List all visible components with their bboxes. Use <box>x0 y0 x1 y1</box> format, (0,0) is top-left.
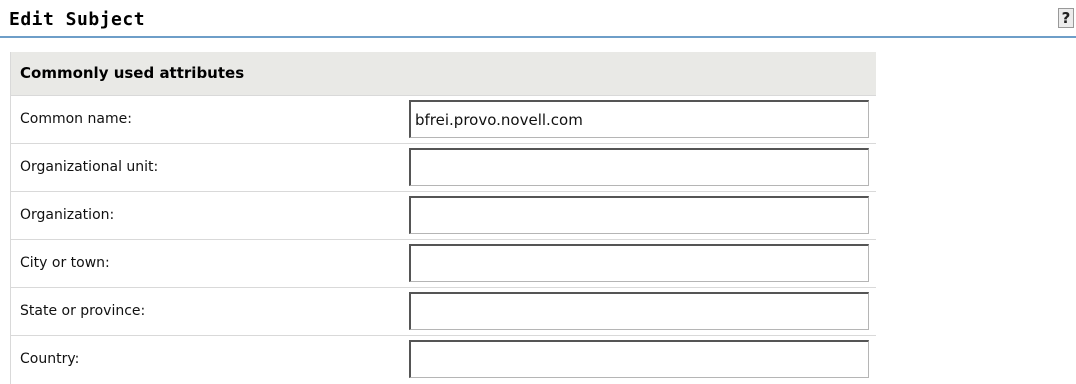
panel-title: Commonly used attributes <box>20 64 245 82</box>
help-icon[interactable]: ? <box>1058 8 1074 28</box>
city-or-town-input[interactable] <box>409 244 869 282</box>
state-or-province-label: State or province: <box>20 303 146 319</box>
panel-header: Commonly used attributes <box>11 52 876 95</box>
state-or-province-row: State or province: <box>11 288 876 336</box>
organizational-unit-label: Organizational unit: <box>20 159 159 175</box>
state-or-province-input[interactable] <box>409 292 869 330</box>
attribute-rows: Common name: Organizational unit: Organi… <box>11 95 876 384</box>
organizational-unit-row: Organizational unit: <box>11 144 876 192</box>
common-name-input[interactable] <box>409 100 869 138</box>
common-name-label: Common name: <box>20 111 132 127</box>
country-row: Country: <box>11 336 876 384</box>
title-bar: Edit Subject ? <box>0 0 1076 38</box>
commonly-used-attributes-panel: Commonly used attributes Common name: Or… <box>10 52 876 384</box>
city-or-town-label: City or town: <box>20 255 110 271</box>
organization-row: Organization: <box>11 192 876 240</box>
organization-input[interactable] <box>409 196 869 234</box>
organization-label: Organization: <box>20 207 115 223</box>
country-input[interactable] <box>409 340 869 378</box>
organizational-unit-input[interactable] <box>409 148 869 186</box>
common-name-row: Common name: <box>11 96 876 144</box>
city-or-town-row: City or town: <box>11 240 876 288</box>
page-title: Edit Subject <box>9 9 146 30</box>
country-label: Country: <box>20 351 80 367</box>
